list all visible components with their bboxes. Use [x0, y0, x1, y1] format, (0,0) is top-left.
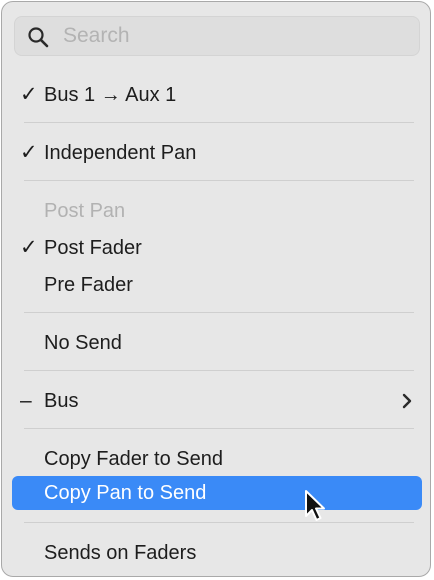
- menu-item-post-fader[interactable]: ✓ Post Fader: [12, 231, 422, 265]
- menu-separator: [24, 522, 414, 523]
- menu-item-label: Post Pan: [44, 200, 126, 222]
- checkmark-icon: ✓: [20, 83, 38, 106]
- chevron-right-icon: [402, 393, 412, 409]
- menu-item-bus[interactable]: – Bus: [12, 384, 422, 418]
- menu-item-no-send[interactable]: No Send: [12, 326, 422, 360]
- context-menu: ✓ Bus 1 → Aux 1 ✓ Independent Pan Post P…: [1, 1, 431, 577]
- menu-item-label: Copy Fader to Send: [44, 448, 223, 470]
- menu-item-pre-fader[interactable]: Pre Fader: [12, 268, 422, 302]
- menu-item-label: Copy Pan to Send: [44, 482, 207, 504]
- menu-item-post-pan: Post Pan: [12, 194, 422, 228]
- mouse-pointer-icon: [305, 490, 325, 521]
- search-icon: [28, 27, 49, 48]
- mixed-state-dash-icon: –: [20, 389, 32, 412]
- menu-separator: [24, 428, 414, 429]
- menu-separator: [24, 312, 414, 313]
- menu-item-label: Post Fader: [44, 237, 142, 259]
- search-input[interactable]: [63, 21, 403, 51]
- menu-item-label: Bus 1 → Aux 1: [44, 84, 177, 106]
- checkmark-icon: ✓: [20, 236, 38, 259]
- menu-item-label: Sends on Faders: [44, 542, 197, 564]
- search-field[interactable]: [14, 16, 420, 56]
- menu-item-independent-pan[interactable]: ✓ Independent Pan: [12, 136, 422, 170]
- menu-item-copy-fader-to-send[interactable]: Copy Fader to Send: [12, 442, 422, 476]
- menu-item-label: Bus: [44, 390, 79, 412]
- checkmark-icon: ✓: [20, 141, 38, 164]
- menu-item-label: Pre Fader: [44, 274, 133, 296]
- menu-item-label: No Send: [44, 332, 122, 354]
- menu-separator: [24, 370, 414, 371]
- menu-item-copy-pan-to-send[interactable]: Copy Pan to Send: [12, 476, 422, 510]
- menu-separator: [24, 122, 414, 123]
- menu-separator: [24, 180, 414, 181]
- menu-item-sends-on-faders[interactable]: Sends on Faders: [12, 536, 422, 570]
- menu-item-bus1-aux1[interactable]: ✓ Bus 1 → Aux 1: [12, 78, 422, 112]
- menu-item-label: Independent Pan: [44, 142, 197, 164]
